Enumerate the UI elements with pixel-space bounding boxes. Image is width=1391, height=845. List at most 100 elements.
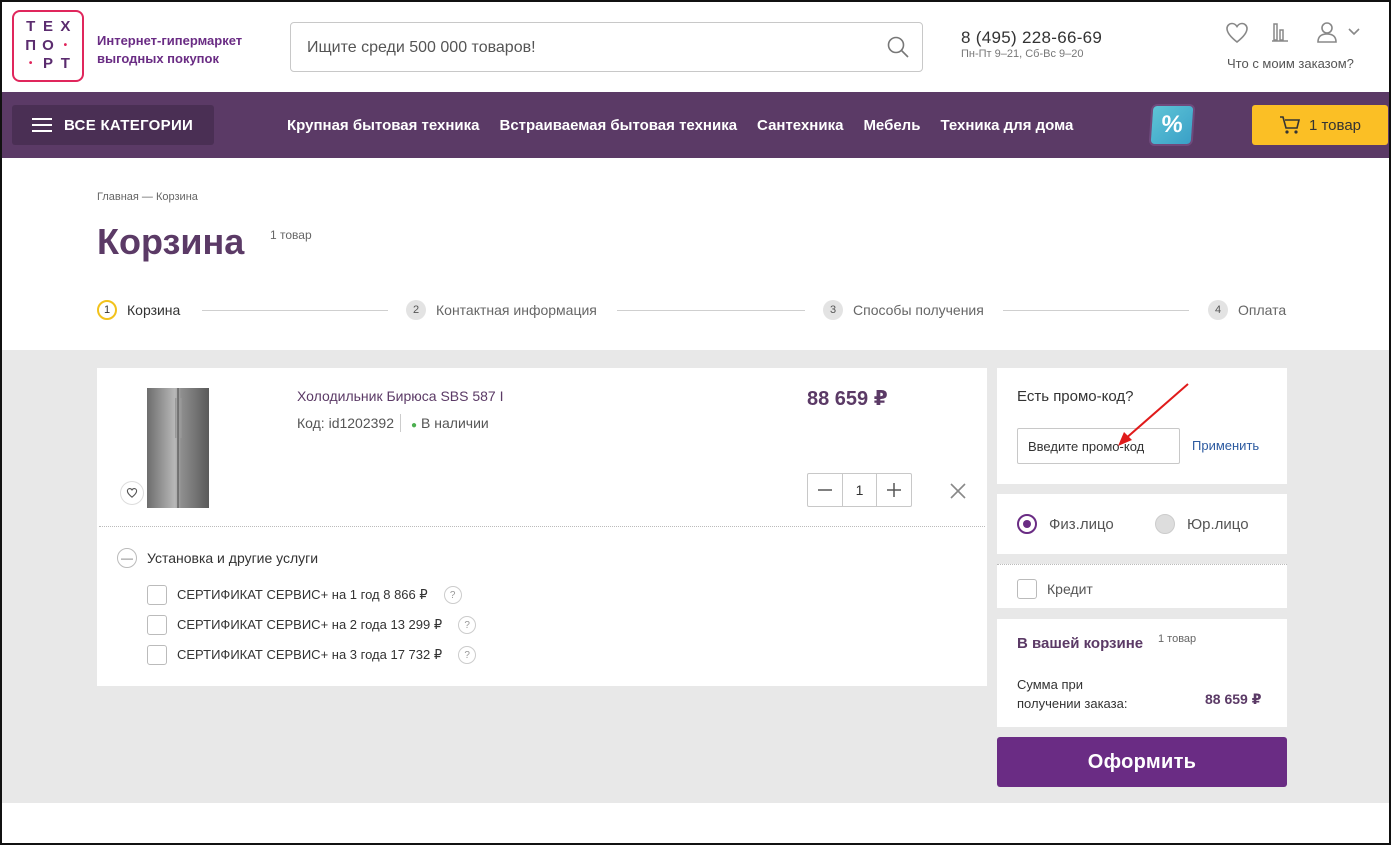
- radio-label: Физ.лицо: [1049, 515, 1114, 533]
- credit-option[interactable]: Кредит: [1017, 579, 1093, 599]
- logo-letter: Р: [42, 55, 53, 73]
- checkout-steps: 1 Корзина 2 Контактная информация 3 Спос…: [97, 300, 1287, 322]
- logo-letter: О: [42, 36, 54, 54]
- service-checkbox[interactable]: [147, 615, 167, 635]
- radio-individual[interactable]: Физ.лицо: [1017, 514, 1114, 534]
- heart-icon[interactable]: [1224, 20, 1250, 46]
- decrease-quantity-button[interactable]: [808, 474, 842, 506]
- step-cart[interactable]: 1 Корзина: [97, 300, 180, 320]
- all-categories-label: ВСЕ КАТЕГОРИИ: [64, 116, 194, 134]
- logo-dot: •: [28, 58, 33, 70]
- step-label: Корзина: [127, 302, 181, 318]
- category-navbar: ВСЕ КАТЕГОРИИ Крупная бытовая техника Вс…: [2, 92, 1389, 158]
- step-divider: [202, 310, 388, 311]
- service-checkbox[interactable]: [147, 585, 167, 605]
- add-to-favorites-button[interactable]: [121, 482, 143, 504]
- breadcrumb[interactable]: Главная — Корзина: [97, 191, 198, 203]
- nav-link-built-in-appliances[interactable]: Встраиваемая бытовая техника: [499, 117, 737, 134]
- quantity-value[interactable]: 1: [841, 474, 878, 506]
- step-divider: [617, 310, 805, 311]
- divider: [400, 414, 401, 432]
- header-icons: [1220, 20, 1370, 50]
- cart-button[interactable]: 1 товар: [1252, 105, 1388, 145]
- product-price: 88 659 ₽: [807, 388, 888, 410]
- cart-item-card: Холодильник Бирюса SBS 587 I Код: id1202…: [97, 368, 987, 686]
- services-toggle[interactable]: — Установка и другие услуги: [117, 548, 318, 568]
- service-option[interactable]: СЕРТИФИКАТ СЕРВИС+ на 3 года 17 732 ₽ ?: [147, 645, 477, 665]
- summary-total-value: 88 659 ₽: [1205, 691, 1262, 707]
- service-option[interactable]: СЕРТИФИКАТ СЕРВИС+ на 2 года 13 299 ₽ ?: [147, 615, 477, 635]
- site-tagline: Интернет-гипермаркет выгодных покупок: [97, 33, 243, 66]
- nav-link-large-appliances[interactable]: Крупная бытовая техника: [287, 117, 479, 134]
- minus-icon: [817, 489, 832, 491]
- radio-label: Юр.лицо: [1187, 515, 1249, 533]
- credit-label: Кредит: [1047, 581, 1093, 597]
- order-status-link[interactable]: Что с моим заказом?: [1227, 56, 1354, 71]
- checkout-button[interactable]: Оформить: [997, 737, 1287, 787]
- order-summary-panel: В вашей корзине 1 товар Сумма при получе…: [997, 619, 1287, 727]
- logo-letter: П: [25, 36, 37, 54]
- promo-code-input[interactable]: [1017, 428, 1180, 464]
- product-name-link[interactable]: Холодильник Бирюса SBS 587 I: [297, 388, 504, 404]
- nav-links: Крупная бытовая техника Встраиваемая быт…: [287, 92, 1073, 158]
- search-input[interactable]: [307, 37, 867, 59]
- radio-button[interactable]: [1017, 514, 1037, 534]
- cart-icon: [1279, 116, 1300, 134]
- service-label: СЕРТИФИКАТ СЕРВИС+ на 3 года 17 732 ₽: [177, 647, 443, 662]
- nav-link-plumbing[interactable]: Сантехника: [757, 117, 843, 134]
- credit-checkbox[interactable]: [1017, 579, 1037, 599]
- increase-quantity-button[interactable]: [877, 474, 911, 506]
- step-number: 1: [97, 300, 117, 320]
- step-number: 4: [1208, 300, 1228, 320]
- radio-button[interactable]: [1155, 514, 1175, 534]
- service-label: СЕРТИФИКАТ СЕРВИС+ на 1 год 8 866 ₽: [177, 587, 428, 602]
- radio-company[interactable]: Юр.лицо: [1155, 514, 1249, 534]
- logo-letter: Т: [60, 55, 70, 73]
- step-delivery[interactable]: 3 Способы получения: [823, 300, 984, 320]
- page-title: Корзина: [97, 221, 245, 262]
- nav-link-home-appliances[interactable]: Техника для дома: [940, 117, 1073, 134]
- work-hours: Пн-Пт 9–21, Сб-Вс 9–20: [961, 48, 1084, 60]
- service-label: СЕРТИФИКАТ СЕРВИС+ на 2 года 13 299 ₽: [177, 617, 443, 632]
- logo-letter: Т: [26, 18, 36, 35]
- phone-number[interactable]: 8 (495) 228-66-69: [961, 28, 1102, 48]
- dotted-divider: [99, 526, 985, 527]
- promo-code-panel: Есть промо-код? Применить: [997, 368, 1287, 484]
- step-payment[interactable]: 4 Оплата: [1208, 300, 1286, 320]
- plus-icon: [887, 483, 902, 497]
- heart-icon: [126, 488, 138, 498]
- in-stock-dot-icon: ●: [411, 420, 418, 431]
- help-icon[interactable]: ?: [458, 646, 477, 664]
- product-image[interactable]: [147, 388, 209, 508]
- page-title-count: 1 товар: [270, 228, 312, 242]
- all-categories-button[interactable]: ВСЕ КАТЕГОРИИ: [12, 105, 214, 145]
- summary-title: В вашей корзине: [1017, 635, 1144, 652]
- promo-title: Есть промо-код?: [1017, 388, 1134, 405]
- remove-item-close-icon[interactable]: [949, 482, 967, 500]
- compare-icon[interactable]: [1270, 20, 1296, 46]
- help-icon[interactable]: ?: [443, 586, 462, 604]
- nav-link-furniture[interactable]: Мебель: [863, 117, 920, 134]
- stock-label: В наличии: [421, 415, 489, 431]
- summary-total-label: Сумма при получении заказа:: [1017, 677, 1128, 711]
- service-option[interactable]: СЕРТИФИКАТ СЕРВИС+ на 1 год 8 866 ₽ ?: [147, 585, 462, 605]
- search-icon[interactable]: [886, 35, 910, 59]
- step-number: 2: [406, 300, 426, 320]
- service-checkbox[interactable]: [147, 645, 167, 665]
- apply-promo-button[interactable]: Применить: [1192, 438, 1259, 453]
- services-title: Установка и другие услуги: [147, 550, 319, 566]
- user-icon[interactable]: [1316, 20, 1342, 46]
- chevron-down-icon[interactable]: [1346, 24, 1362, 40]
- search-bar[interactable]: [290, 22, 923, 72]
- logo-letter: Е: [42, 18, 53, 35]
- collapse-icon: —: [117, 548, 137, 568]
- product-code: Код: id1202392: [297, 415, 394, 431]
- summary-count: 1 товар: [1158, 633, 1197, 645]
- step-contact-info[interactable]: 2 Контактная информация: [406, 300, 597, 320]
- site-logo[interactable]: Т Е Х П О • • Р Т: [12, 10, 84, 82]
- site-header: Т Е Х П О • • Р Т Интернет-гипермаркет в…: [2, 2, 1389, 92]
- cart-count-label: 1 товар: [1308, 116, 1362, 134]
- help-icon[interactable]: ?: [458, 616, 477, 634]
- step-number: 3: [823, 300, 843, 320]
- discount-badge-icon[interactable]: %: [1150, 106, 1194, 144]
